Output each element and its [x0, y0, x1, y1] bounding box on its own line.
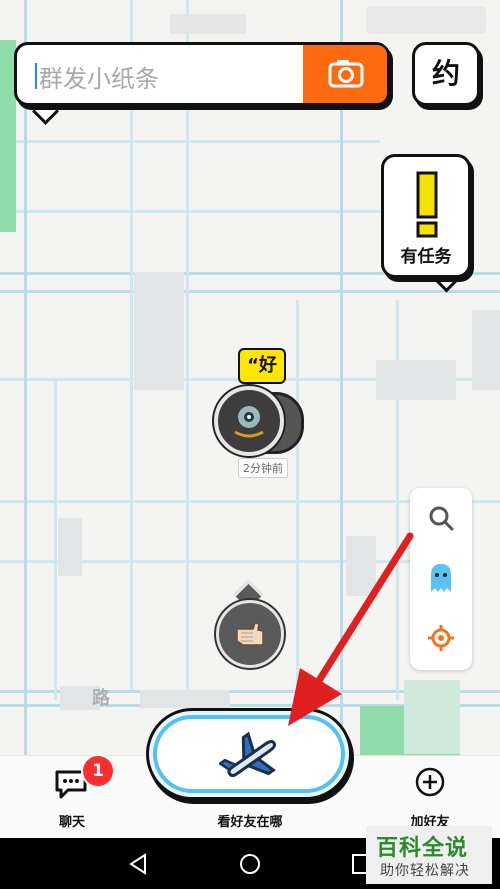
- friend-avatar[interactable]: [214, 386, 284, 456]
- last-seen-time: 2分钟前: [238, 458, 288, 478]
- search-icon: [429, 506, 454, 531]
- plus-icon: [415, 767, 445, 797]
- status-bar-blur: [170, 14, 246, 34]
- status-bar-blur: [366, 6, 486, 34]
- unread-badge: 1: [81, 754, 115, 788]
- locate-icon: [428, 625, 454, 651]
- ghost-icon: [431, 564, 451, 592]
- map-blur: [58, 518, 82, 576]
- watermark-logo: 百科全说 助你轻松解决: [366, 826, 492, 884]
- back-icon[interactable]: [126, 852, 150, 876]
- map-blur: [140, 690, 230, 708]
- broadcast-note-input[interactable]: 群发小纸条: [14, 42, 390, 106]
- camera-button[interactable]: [303, 45, 387, 103]
- tab-chat-label: 聊天: [58, 815, 85, 830]
- red-arrow-annotation: [288, 532, 414, 726]
- map-blur: [472, 310, 500, 390]
- home-icon[interactable]: [238, 852, 262, 876]
- map-road: [0, 290, 500, 293]
- watermark-title: 百科全说: [376, 836, 469, 861]
- watermark-subtitle: 助你轻松解决: [380, 863, 470, 879]
- camera-icon: [328, 60, 364, 88]
- task-label: 有任务: [400, 247, 452, 267]
- map-blur: [376, 360, 456, 400]
- airplane-icon: [219, 731, 277, 778]
- map-road: [0, 140, 380, 143]
- yue-button[interactable]: 约: [412, 42, 480, 106]
- avatar-face-icon: [234, 406, 264, 438]
- exclamation-icon: [416, 171, 438, 238]
- map-road-label: 路: [92, 688, 110, 709]
- map-road: [0, 210, 380, 213]
- tab-find-friends-label: 看好友在哪: [217, 815, 283, 830]
- search-placeholder: 群发小纸条: [39, 65, 159, 93]
- friend-message-bubble[interactable]: “好: [238, 348, 286, 384]
- map-road: [24, 0, 27, 755]
- map-road: [54, 380, 57, 700]
- map-blur: [134, 272, 184, 390]
- text-caret: [35, 63, 37, 89]
- task-card[interactable]: 有任务: [381, 154, 471, 278]
